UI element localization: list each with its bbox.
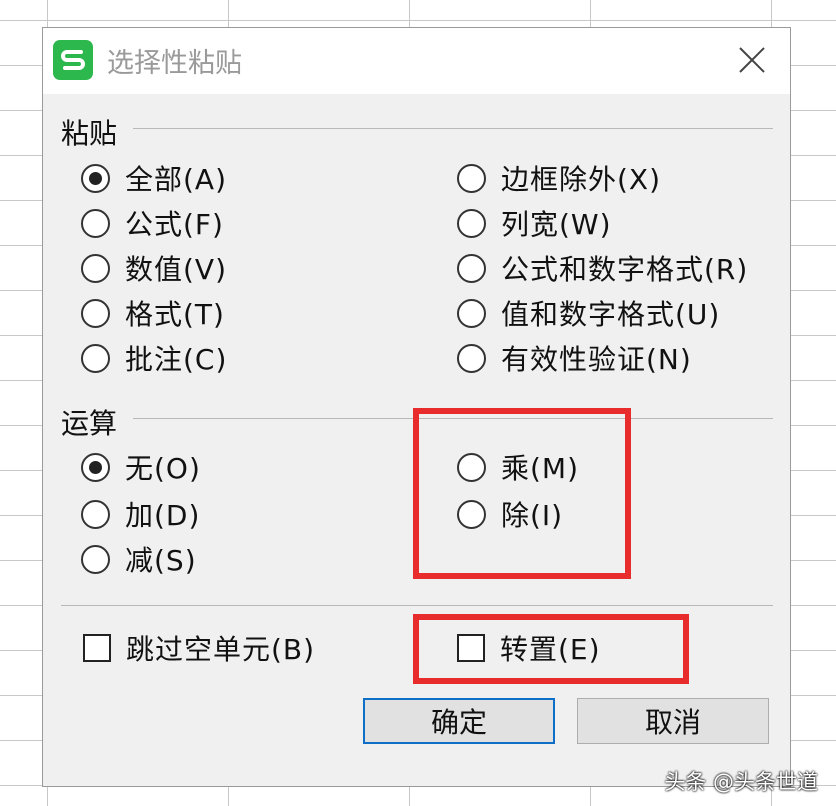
- radio-paste-values-and-number-formats[interactable]: 值和数字格式(U): [457, 293, 720, 333]
- radio-button[interactable]: [457, 253, 486, 283]
- radio-operation-add[interactable]: 加(D): [81, 494, 200, 534]
- paste-section-divider: [133, 128, 773, 129]
- paste-section-label: 粘贴: [61, 117, 118, 150]
- radio-button[interactable]: [457, 163, 486, 193]
- watermark-text: 头条 @头条世道: [664, 770, 818, 794]
- radio-button[interactable]: [457, 208, 486, 238]
- option-label: 加(D): [125, 499, 201, 532]
- option-label: 减(S): [125, 544, 197, 577]
- radio-paste-formats[interactable]: 格式(T): [81, 293, 225, 333]
- radio-button[interactable]: [457, 298, 486, 328]
- close-button[interactable]: [732, 40, 772, 80]
- checkbox-section-divider: [61, 605, 773, 606]
- radio-operation-subtract[interactable]: 减(S): [81, 539, 197, 579]
- radio-paste-formulas-and-number-formats[interactable]: 公式和数字格式(R): [457, 248, 748, 288]
- radio-button[interactable]: [81, 163, 110, 193]
- option-label: 列宽(W): [501, 208, 612, 241]
- radio-button[interactable]: [81, 452, 110, 482]
- option-label: 跳过空单元(B): [126, 633, 316, 666]
- close-icon: [739, 47, 765, 73]
- radio-button[interactable]: [81, 544, 110, 574]
- radio-paste-all[interactable]: 全部(A): [81, 158, 227, 198]
- radio-paste-all-except-borders[interactable]: 边框除外(X): [457, 158, 661, 198]
- radio-operation-none[interactable]: 无(O): [81, 447, 201, 487]
- wps-spreadsheet-icon: [53, 40, 93, 80]
- radio-button[interactable]: [81, 499, 110, 529]
- radio-paste-comments[interactable]: 批注(C): [81, 338, 227, 378]
- option-label: 公式(F): [125, 208, 224, 241]
- option-label: 全部(A): [125, 163, 228, 196]
- option-label: 边框除外(X): [501, 163, 662, 196]
- option-label: 有效性验证(N): [501, 343, 692, 376]
- operation-section-label: 运算: [61, 407, 118, 440]
- radio-button[interactable]: [81, 298, 110, 328]
- cancel-button[interactable]: 取消: [577, 698, 769, 744]
- option-label: 无(O): [125, 452, 201, 485]
- option-label: 公式和数字格式(R): [501, 253, 749, 286]
- radio-paste-formulas[interactable]: 公式(F): [81, 203, 224, 243]
- radio-button[interactable]: [81, 208, 110, 238]
- option-label: 格式(T): [125, 298, 225, 331]
- checkbox-skip-blanks[interactable]: 跳过空单元(B): [83, 628, 315, 668]
- highlight-box-transpose: [413, 614, 689, 684]
- dialog-title: 选择性粘贴: [107, 48, 242, 79]
- option-label: 值和数字格式(U): [501, 298, 721, 331]
- ok-button[interactable]: 确定: [363, 698, 555, 744]
- radio-paste-column-widths[interactable]: 列宽(W): [457, 203, 612, 243]
- option-label: 数值(V): [125, 253, 228, 286]
- radio-button[interactable]: [457, 343, 486, 373]
- radio-paste-values[interactable]: 数值(V): [81, 248, 227, 288]
- checkbox[interactable]: [83, 634, 111, 662]
- radio-button[interactable]: [81, 253, 110, 283]
- highlight-box-multiply-divide: [413, 408, 631, 579]
- title-bar: 选择性粘贴: [43, 28, 790, 94]
- radio-button[interactable]: [81, 343, 110, 373]
- radio-paste-validation[interactable]: 有效性验证(N): [457, 338, 692, 378]
- option-label: 批注(C): [125, 343, 228, 376]
